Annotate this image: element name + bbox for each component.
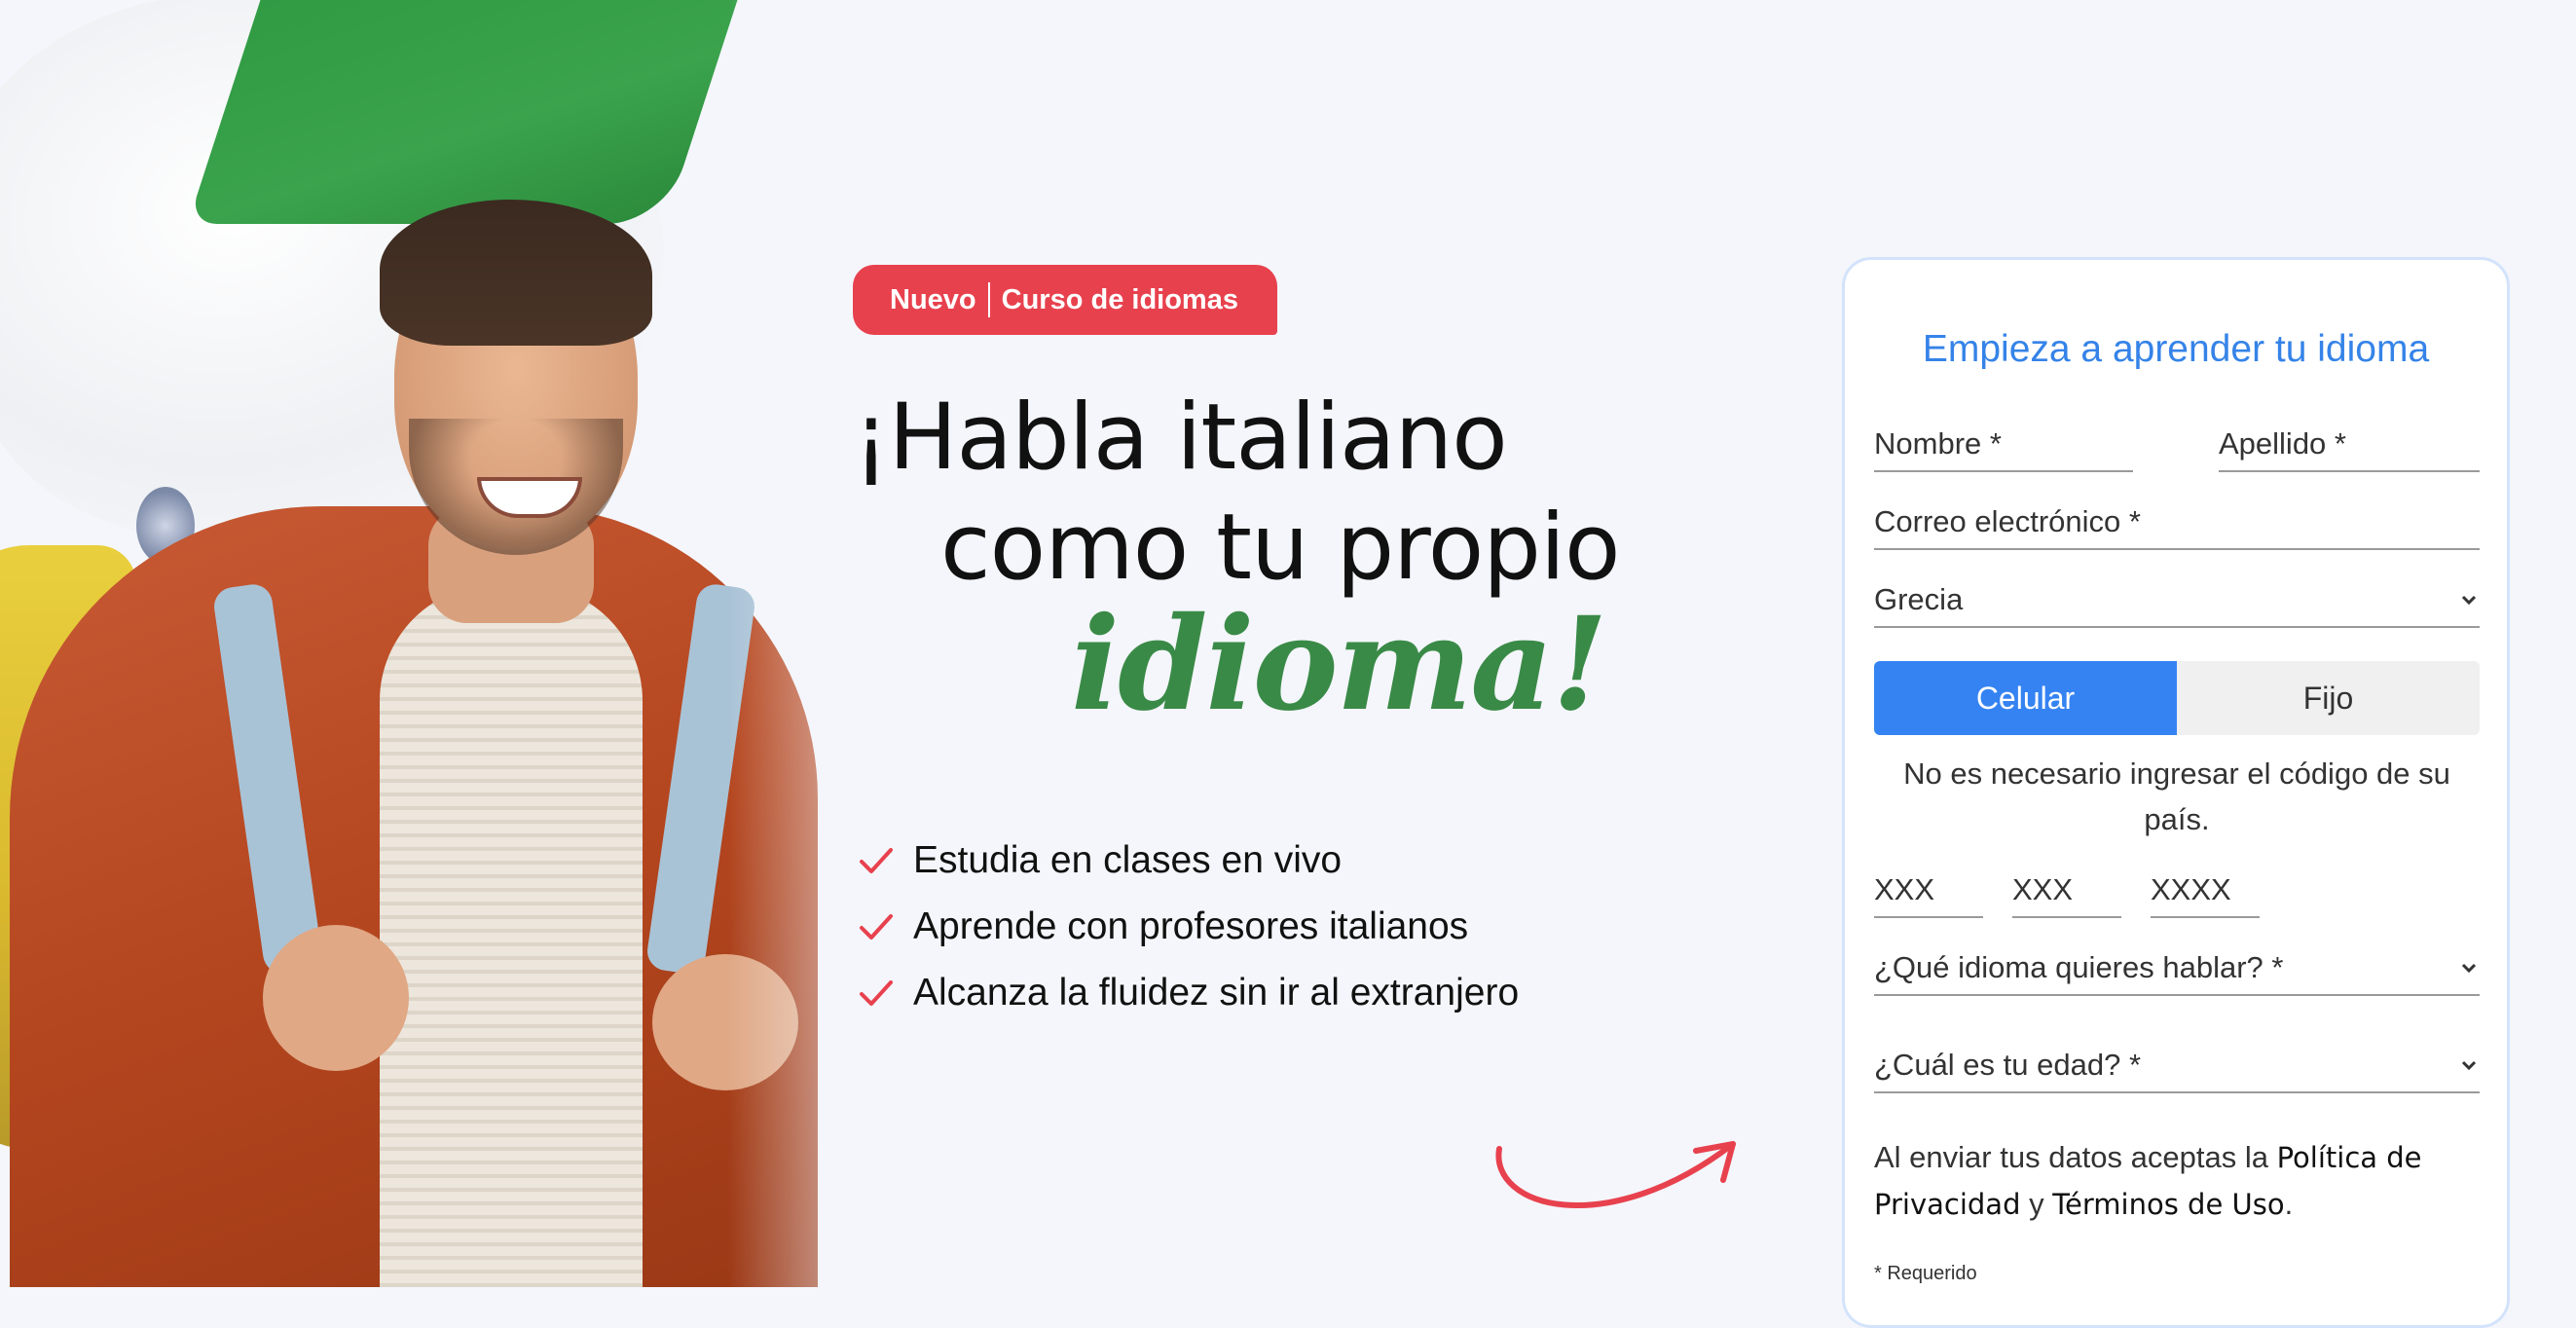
badge-divider xyxy=(987,282,990,317)
age-select[interactable]: ¿Cuál es tu edad? * xyxy=(1874,1039,2480,1093)
phone-type-mobile-button[interactable]: Celular xyxy=(1874,661,2177,735)
consent-prefix: Al enviar tus datos aceptas la xyxy=(1874,1140,2268,1174)
check-icon xyxy=(860,848,893,873)
headline-line-2: como tu propio xyxy=(940,495,1621,601)
phone-prefix-field[interactable]: XXX xyxy=(2012,864,2121,918)
country-select[interactable]: Grecia xyxy=(1874,573,2480,628)
benefit-item: Aprende con profesores italianos xyxy=(857,894,1519,960)
last-name-field[interactable]: Apellido * xyxy=(2219,418,2480,472)
consent-and: y xyxy=(2029,1187,2044,1221)
chevron-down-icon xyxy=(2461,1060,2477,1071)
phone-type-toggle: Celular Fijo xyxy=(1874,661,2480,735)
phone-line-placeholder: XXXX xyxy=(2151,872,2231,906)
curved-arrow-icon xyxy=(1495,1141,1736,1208)
benefit-text: Estudia en clases en vivo xyxy=(913,839,1343,881)
chevron-down-icon xyxy=(2461,963,2477,974)
country-selected-value: Grecia xyxy=(1874,582,1964,616)
hero-fade-overlay xyxy=(0,0,1071,1287)
phone-line-field[interactable]: XXXX xyxy=(2151,864,2260,918)
required-note: * Requerido xyxy=(1874,1263,1977,1284)
headline-line-1: ¡Habla italiano xyxy=(853,385,1508,491)
course-badge: Nuevo Curso de idiomas xyxy=(853,265,1277,335)
check-icon xyxy=(860,980,893,1006)
terms-link[interactable]: Términos de Uso xyxy=(2052,1188,2284,1221)
first-name-field[interactable]: Nombre * xyxy=(1874,418,2133,472)
phone-type-landline-button[interactable]: Fijo xyxy=(2177,661,2480,735)
phone-prefix-placeholder: XXX xyxy=(2012,872,2074,906)
language-select[interactable]: ¿Qué idioma quieres hablar? * xyxy=(1874,941,2480,996)
benefit-item: Alcanza la fluidez sin ir al extranjero xyxy=(857,960,1519,1026)
benefits-list: Estudia en clases en vivo Aprende con pr… xyxy=(857,828,1519,1026)
benefit-text: Aprende con profesores italianos xyxy=(913,905,1469,947)
benefit-text: Alcanza la fluidez sin ir al extranjero xyxy=(913,972,1520,1014)
phone-area-placeholder: XXX xyxy=(1874,872,1935,906)
signup-form: Empieza a aprender tu idioma Nombre * Ap… xyxy=(1842,257,2510,1328)
age-select-placeholder: ¿Cuál es tu edad? * xyxy=(1874,1048,2142,1082)
badge-new-label: Nuevo xyxy=(890,283,976,315)
check-icon xyxy=(860,914,893,940)
first-name-placeholder: Nombre * xyxy=(1874,426,2002,461)
phone-area-field[interactable]: XXX xyxy=(1874,864,1983,918)
email-placeholder: Correo electrónico * xyxy=(1874,504,2141,538)
last-name-placeholder: Apellido * xyxy=(2219,426,2346,461)
form-title: Empieza a aprender tu idioma xyxy=(1922,328,2430,370)
language-select-placeholder: ¿Qué idioma quieres hablar? * xyxy=(1874,950,2284,984)
benefit-item: Estudia en clases en vivo xyxy=(857,828,1519,894)
country-code-note: No es necesario ingresar el código de su… xyxy=(1903,756,2450,836)
email-field[interactable]: Correo electrónico * xyxy=(1874,496,2480,550)
chevron-down-icon xyxy=(2461,595,2477,606)
badge-course-label: Curso de idiomas xyxy=(1001,283,1238,315)
consent-text: Al enviar tus datos aceptas la Política … xyxy=(1874,1134,2480,1228)
headline-emphasis: idioma! xyxy=(1071,589,1608,740)
consent-suffix: . xyxy=(2284,1187,2294,1221)
